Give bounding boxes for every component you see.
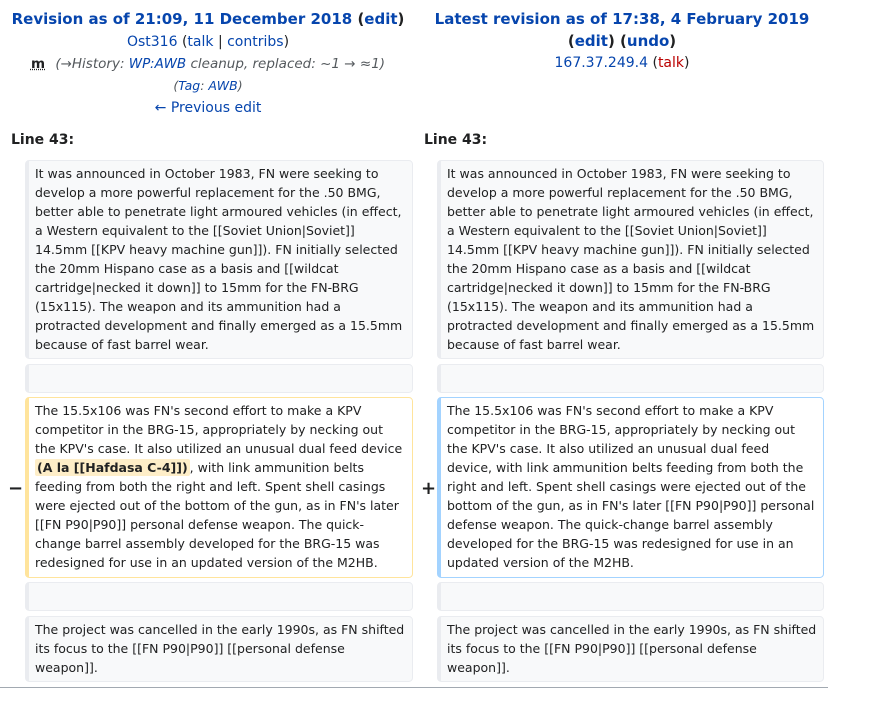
edit-summary: m (→History: WP:AWB cleanup, replaced: ~… bbox=[30, 56, 386, 72]
left-user-line: Ost316 (talk | contribs) bbox=[126, 34, 290, 50]
left-line-number: Line 43: bbox=[11, 132, 75, 148]
right-empty-context-line-2 bbox=[437, 582, 824, 611]
right-line-number: Line 43: bbox=[424, 132, 488, 148]
left-context-paragraph-3: The project was cancelled in the early 1… bbox=[25, 616, 413, 682]
right-revision-title: Latest revision as of 17:38, 4 February … bbox=[416, 8, 828, 30]
left-edit-link[interactable]: edit bbox=[364, 10, 397, 28]
right-user-line: 167.37.249.4 (talk) bbox=[554, 55, 690, 71]
added-line-marker: + bbox=[421, 478, 437, 499]
deleted-text-highlight: (A la [[Hafdasa C-4]]) bbox=[35, 459, 190, 476]
deleted-line-marker: − bbox=[8, 478, 24, 499]
right-context-paragraph-1: It was announced in October 1983, FN wer… bbox=[437, 160, 824, 359]
diff-bottom-divider bbox=[0, 687, 828, 688]
tag-label-link[interactable]: Tag bbox=[178, 78, 200, 93]
left-revision-header: Revision as of 21:09, 11 December 2018 (… bbox=[0, 8, 416, 119]
right-empty-context-line bbox=[437, 364, 824, 393]
left-user-link[interactable]: Ost316 bbox=[127, 34, 178, 50]
revision-tag: (Tag: AWB) bbox=[173, 78, 243, 93]
ip-user-link[interactable]: 167.37.249.4 bbox=[555, 55, 649, 71]
minor-edit-badge: m bbox=[30, 56, 46, 72]
summary-section-link[interactable]: History bbox=[72, 56, 120, 72]
left-empty-context-line bbox=[25, 364, 413, 393]
left-empty-context-line-2 bbox=[25, 582, 413, 611]
right-context-paragraph-3: The project was cancelled in the early 1… bbox=[437, 616, 824, 682]
right-edit-link[interactable]: edit bbox=[575, 32, 608, 50]
left-revision-link[interactable]: Revision as of 21:09, 11 December 2018 bbox=[12, 10, 353, 28]
undo-link[interactable]: undo bbox=[627, 32, 669, 50]
tag-value-link[interactable]: AWB bbox=[208, 78, 237, 93]
left-context-paragraph-1: It was announced in October 1983, FN wer… bbox=[25, 160, 413, 359]
left-talk-link[interactable]: talk bbox=[187, 34, 213, 50]
summary-awb-link[interactable]: WP:AWB bbox=[129, 56, 186, 72]
deleted-paragraph: The 15.5x106 was FN's second effort to m… bbox=[25, 397, 413, 578]
added-paragraph: The 15.5x106 was FN's second effort to m… bbox=[437, 397, 824, 578]
right-revision-header: Latest revision as of 17:38, 4 February … bbox=[416, 8, 828, 74]
left-contribs-link[interactable]: contribs bbox=[227, 34, 283, 50]
right-talk-link[interactable]: talk bbox=[658, 55, 684, 71]
right-revision-link[interactable]: Latest revision as of 17:38, 4 February … bbox=[435, 10, 810, 28]
previous-edit-link[interactable]: ← Previous edit bbox=[155, 100, 262, 116]
left-revision-title: Revision as of 21:09, 11 December 2018 (… bbox=[11, 10, 405, 28]
right-action-links: (edit) (undo) bbox=[567, 32, 677, 50]
